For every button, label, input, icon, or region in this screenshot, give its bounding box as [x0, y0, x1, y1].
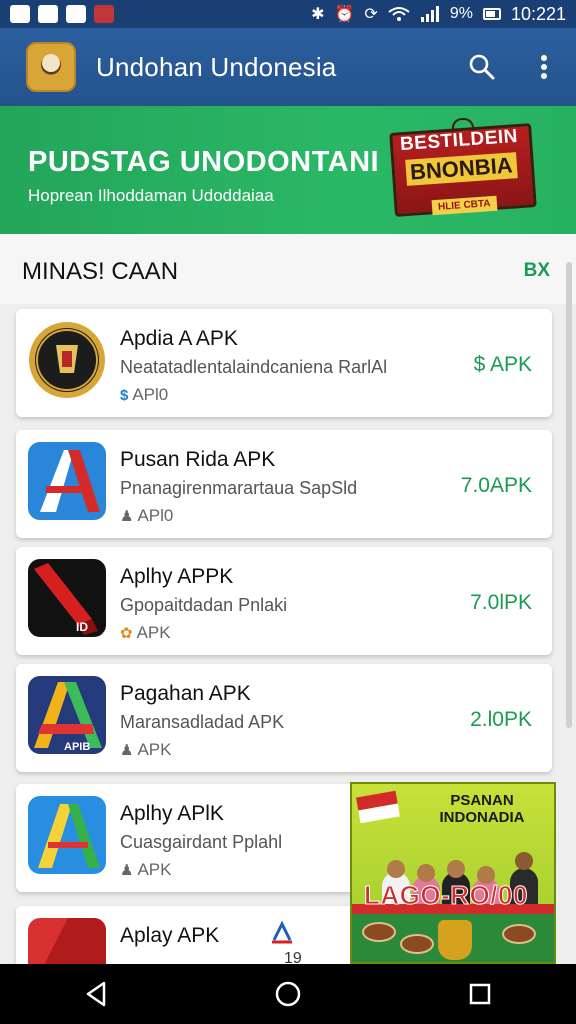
home-button[interactable]	[274, 980, 302, 1008]
upload-icon	[270, 920, 294, 949]
person-icon: ♟	[120, 862, 134, 879]
section-action-link[interactable]: BX	[524, 260, 550, 282]
ad-title-line2: INDONADIA	[439, 809, 525, 826]
overflow-menu-button[interactable]	[530, 53, 558, 81]
svg-text:APIB: APIB	[64, 741, 90, 753]
sync-icon: ⟳	[364, 6, 378, 23]
person-icon: ♟	[120, 742, 134, 759]
home-icon	[275, 981, 301, 1007]
status-bar: ✱ ⏰ ⟳ 9% 10:221	[0, 0, 576, 28]
ad-title: PSANAN INDONADIA	[412, 792, 552, 826]
app-bar: Undohan Undonesia	[0, 28, 576, 106]
app-meta-text: APK	[136, 623, 171, 642]
scrollbar[interactable]	[566, 262, 572, 728]
app-size: 7.0APK	[460, 474, 532, 497]
app-icon: ID	[28, 559, 106, 637]
system-nav-bar	[0, 964, 576, 1024]
battery-icon	[482, 8, 501, 20]
app-name: Aplhy APlK	[120, 802, 224, 825]
app-description: Pnanagirenmarartaua SapSld	[120, 478, 358, 498]
app-name: Apdia A APK	[120, 327, 238, 350]
app-size: 7.0lPK	[470, 591, 532, 614]
overlay-ad[interactable]: PSANAN INDONADIA LAGO-RO/00	[350, 782, 556, 964]
app-icon	[28, 442, 106, 520]
app-description: Maransadladad APK	[120, 712, 285, 732]
app-name: Pusan Rida APK	[120, 448, 276, 471]
dollar-icon: $	[120, 386, 129, 404]
recents-button[interactable]	[466, 980, 494, 1008]
app-size: $ APK	[473, 353, 532, 376]
person-icon: ♟	[120, 508, 134, 525]
app-description: Neatatadlentalaindcaniena RarlAl	[120, 357, 388, 377]
banner-subtitle: Hoprean Ilhoddaman Udoddaiaa	[28, 186, 274, 205]
back-button[interactable]	[82, 980, 110, 1008]
list-item[interactable]: ID Aplhy APPK Gpopaitdadan Pnlaki ✿ APK …	[16, 547, 552, 655]
list-item[interactable]: Pusan Rida APK Pnanagirenmarartaua SapSl…	[16, 430, 552, 538]
app-meta-text: APK	[137, 860, 172, 879]
ad-title-line1: PSANAN	[450, 792, 514, 809]
app-name: Aplhy APPK	[120, 565, 234, 588]
search-icon	[469, 54, 495, 80]
gallery-notification-icon	[10, 5, 30, 23]
section-header: MINAS! CAAN BX	[0, 234, 576, 304]
app-meta: ♟ APK	[120, 860, 171, 880]
list-item[interactable]: APIB Pagahan APK Maransadladad APK ♟ APK…	[16, 664, 552, 772]
signal-icon	[420, 6, 439, 22]
app-meta: ♟ APl0	[120, 506, 173, 526]
badge-ribbon: HLIE CBTA	[431, 195, 498, 216]
section-title: MINAS! CAAN	[22, 258, 179, 285]
app-notification-icon	[38, 5, 58, 23]
app-size: 2.l0PK	[470, 708, 532, 731]
app-description: Cuasgairdant Pplahl	[120, 832, 283, 852]
garuda-emblem-icon	[438, 920, 472, 960]
more-vertical-icon	[541, 55, 547, 79]
app-meta-text: APl0	[137, 506, 174, 525]
alarm-icon: ⏰	[334, 6, 355, 23]
app-meta: ✿ APK	[120, 623, 171, 643]
app-logo	[26, 42, 76, 92]
message-notification-icon	[66, 5, 86, 23]
banner-title: PUDSTAG UNODONTANI	[28, 146, 380, 178]
notification-icons	[10, 5, 114, 23]
bluetooth-icon: ✱	[311, 6, 325, 23]
app-description: Gpopaitdadan Pnlaki	[120, 595, 288, 615]
video-notification-icon	[94, 5, 114, 23]
battery-percent: 9%	[449, 5, 473, 22]
app-meta-text: APl0	[132, 385, 169, 404]
app-icon	[28, 321, 106, 399]
app-name: Aplay APK	[120, 924, 220, 947]
wifi-icon	[388, 7, 410, 21]
promo-banner[interactable]: PUDSTAG UNODONTANI Hoprean Ilhoddaman Ud…	[0, 106, 576, 234]
app-name: Pagahan APK	[120, 682, 251, 705]
search-button[interactable]	[468, 53, 496, 81]
app-meta-text: APK	[137, 740, 172, 759]
svg-text:ID: ID	[76, 620, 88, 634]
app-meta: ♟ APK	[120, 740, 171, 760]
ad-promo-text: LAGO-RO/00	[364, 880, 528, 911]
gift-icon: ✿	[120, 625, 133, 642]
recents-icon	[469, 983, 491, 1005]
app-title: Undohan Undonesia	[96, 51, 337, 82]
back-icon	[86, 981, 106, 1007]
app-meta: $ APl0	[120, 385, 168, 405]
banner-badge: BESTILDEIN BNONBIA HLIE CBTA	[389, 118, 537, 220]
app-icon	[28, 796, 106, 874]
list-item[interactable]: Apdia A APK Neatatadlentalaindcaniena Ra…	[16, 309, 552, 417]
flag-icon	[356, 790, 400, 824]
app-icon: APIB	[28, 676, 106, 754]
clock: 10:221	[510, 3, 566, 24]
